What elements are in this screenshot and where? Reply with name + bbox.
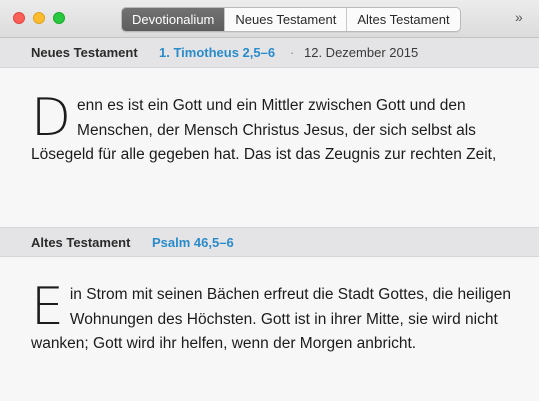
tab-neues-testament[interactable]: Neues Testament xyxy=(224,8,346,31)
minimize-window-button[interactable] xyxy=(33,12,45,24)
new-testament-passage: D enn es ist ein Gott und ein Mittler zw… xyxy=(31,88,511,168)
old-testament-reference-link[interactable]: Psalm 46,5–6 xyxy=(152,228,234,257)
old-testament-header: Altes Testament Psalm 46,5–6 xyxy=(0,227,539,257)
new-testament-header: Neues Testament 1. Timotheus 2,5–6 · 12.… xyxy=(0,38,539,68)
old-testament-label: Altes Testament xyxy=(31,235,131,250)
tab-devotionalium[interactable]: Devotionalium xyxy=(122,8,225,31)
window-titlebar: Devotionalium Neues Testament Altes Test… xyxy=(0,0,539,38)
new-testament-dropcap: D xyxy=(31,88,72,148)
header-separator: · xyxy=(290,45,295,60)
new-testament-label: Neues Testament xyxy=(31,45,138,60)
close-window-button[interactable] xyxy=(13,12,25,24)
tab-altes-testament[interactable]: Altes Testament xyxy=(346,8,459,31)
old-testament-dropcap: E xyxy=(31,277,64,337)
new-testament-reference-link[interactable]: 1. Timotheus 2,5–6 xyxy=(159,38,275,67)
old-testament-text: in Strom mit seinen Bächen erfreut die S… xyxy=(31,286,511,352)
zoom-window-button[interactable] xyxy=(53,12,65,24)
new-testament-text: enn es ist ein Gott und ein Mittler zwis… xyxy=(31,97,497,163)
devotional-date: 12. Dezember 2015 xyxy=(304,45,419,60)
view-tab-control: Devotionalium Neues Testament Altes Test… xyxy=(121,7,461,32)
toolbar-overflow-icon[interactable]: » xyxy=(515,9,523,25)
old-testament-passage: E in Strom mit seinen Bächen erfreut die… xyxy=(31,277,511,357)
